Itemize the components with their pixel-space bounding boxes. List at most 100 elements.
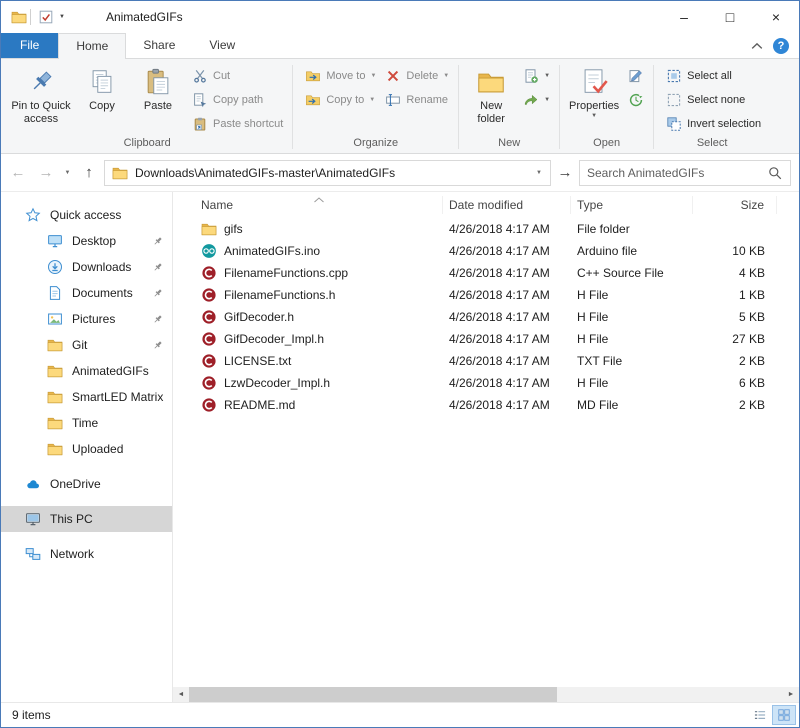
pictures-icon [47,311,63,327]
details-view-button[interactable] [748,705,772,725]
file-row[interactable]: GifDecoder.h4/26/2018 4:17 AMH File5 KB [173,306,799,328]
go-button[interactable]: → [553,161,577,185]
minimize-button[interactable]: – [661,1,707,33]
file-row[interactable]: AnimatedGIFs.ino4/26/2018 4:17 AMArduino… [173,240,799,262]
sidebar-item-pictures[interactable]: Pictures [1,306,172,332]
desktop-icon [47,233,63,249]
chevron-down-icon: ▼ [369,97,375,103]
rename-button[interactable]: Rename [382,91,452,109]
sidebar-item-documents[interactable]: Documents [1,280,172,306]
history-button[interactable] [625,91,647,109]
sidebar-item-network[interactable]: Network [1,541,172,567]
file-type: H File [571,376,693,390]
file-type: C++ Source File [571,266,693,280]
sidebar-item-label: OneDrive [50,477,101,491]
paste-button[interactable]: Paste [130,64,186,115]
copy-button[interactable]: Copy [74,64,130,115]
file-row[interactable]: LzwDecoder_Impl.h4/26/2018 4:17 AMH File… [173,372,799,394]
invert-selection-button[interactable]: Invert selection [663,115,764,133]
sidebar-item-label: Uploaded [72,442,123,456]
sidebar-item-time[interactable]: Time [1,410,172,436]
column-header-size[interactable]: Size [693,196,777,214]
delete-button[interactable]: Delete ▼ [382,67,452,85]
properties-button[interactable]: Properties ▼ [566,64,622,121]
tab-share[interactable]: Share [126,33,192,58]
horizontal-scrollbar[interactable]: ◄ ► [173,687,799,702]
edit-button[interactable] [625,67,647,85]
paste-shortcut-button[interactable]: Paste shortcut [189,115,286,133]
large-icons-view-button[interactable] [772,705,796,725]
close-button[interactable]: × [753,1,799,33]
file-type: MD File [571,398,693,412]
check-icon[interactable] [38,9,54,25]
file-type: H File [571,332,693,346]
tab-home[interactable]: Home [58,33,126,59]
sidebar-item-onedrive[interactable]: OneDrive [1,471,172,497]
new-item-button[interactable]: ▼ [520,67,553,85]
file-row[interactable]: FilenameFunctions.h4/26/2018 4:17 AMH Fi… [173,284,799,306]
tab-view[interactable]: View [192,33,252,58]
select-none-button[interactable]: Select none [663,91,764,109]
ribbon-group-new: New folder ▼ ▼ New [460,61,558,153]
search-input[interactable] [587,166,767,180]
cfile-file-icon [201,375,217,391]
downloads-icon [47,259,63,275]
search-icon[interactable] [767,165,783,181]
sidebar-item-desktop[interactable]: Desktop [1,228,172,254]
new-folder-button[interactable]: New folder [465,64,517,128]
file-row[interactable]: gifs4/26/2018 4:17 AMFile folder [173,218,799,240]
pin-to-quick-access-button[interactable]: Pin to Quick access [8,64,74,128]
move-to-button[interactable]: Move to ▼ [302,67,379,85]
collapse-ribbon-icon[interactable] [751,42,763,50]
cut-button[interactable]: Cut [189,67,286,85]
up-button[interactable]: ↑ [76,161,102,185]
maximize-button[interactable]: □ [707,1,753,33]
address-dropdown-icon[interactable]: ▼ [530,170,548,176]
forward-button[interactable]: → [33,161,59,185]
pin-icon [151,287,164,300]
file-type: File folder [571,222,693,236]
address-input[interactable]: Downloads\AnimatedGIFs-master\AnimatedGI… [104,160,551,186]
sidebar-item-smartled-matrix[interactable]: SmartLED Matrix [1,384,172,410]
sidebar-item-animatedgifs[interactable]: AnimatedGIFs [1,358,172,384]
column-header-name[interactable]: Name [195,196,443,214]
select-all-button[interactable]: Select all [663,67,764,85]
file-size: 2 KB [693,398,777,412]
copy-path-button[interactable]: Copy path [189,91,286,109]
file-row[interactable]: FilenameFunctions.cpp4/26/2018 4:17 AMC+… [173,262,799,284]
sidebar-item-uploaded[interactable]: Uploaded [1,436,172,462]
sidebar-item-label: Pictures [72,312,115,326]
recent-locations-icon[interactable]: ▼ [61,161,74,185]
move-to-icon [305,68,321,84]
pin-icon [151,261,164,274]
file-name: LICENSE.txt [224,354,291,368]
scroll-left-icon[interactable]: ◄ [173,687,189,702]
file-size: 5 KB [693,310,777,324]
scrollbar-track[interactable] [189,687,783,702]
tab-file[interactable]: File [1,33,58,58]
network-icon [25,546,41,562]
file-row[interactable]: README.md4/26/2018 4:17 AMMD File2 KB [173,394,799,416]
sidebar-item-git[interactable]: Git [1,332,172,358]
scrollbar-thumb[interactable] [189,687,557,702]
list-header: Name Date modified Type Size [173,192,799,218]
file-size: 27 KB [693,332,777,346]
column-header-type[interactable]: Type [571,196,693,214]
cut-icon [192,68,208,84]
copy-to-button[interactable]: Copy to ▼ [302,91,379,109]
items-count: 9 items [12,708,51,722]
easy-access-button[interactable]: ▼ [520,91,553,109]
sidebar-item-this-pc[interactable]: This PC [1,506,172,532]
scroll-right-icon[interactable]: ► [783,687,799,702]
qat-dropdown-icon[interactable]: ▼ [59,14,65,20]
rename-icon [385,92,401,108]
sidebar-item-quick-access[interactable]: Quick access [1,202,172,228]
window-controls: – □ × [661,1,799,33]
sidebar-item-downloads[interactable]: Downloads [1,254,172,280]
history-icon [628,92,644,108]
help-icon[interactable]: ? [773,38,789,54]
file-row[interactable]: GifDecoder_Impl.h4/26/2018 4:17 AMH File… [173,328,799,350]
back-button[interactable]: ← [5,161,31,185]
column-header-date-modified[interactable]: Date modified [443,196,571,214]
file-row[interactable]: LICENSE.txt4/26/2018 4:17 AMTXT File2 KB [173,350,799,372]
